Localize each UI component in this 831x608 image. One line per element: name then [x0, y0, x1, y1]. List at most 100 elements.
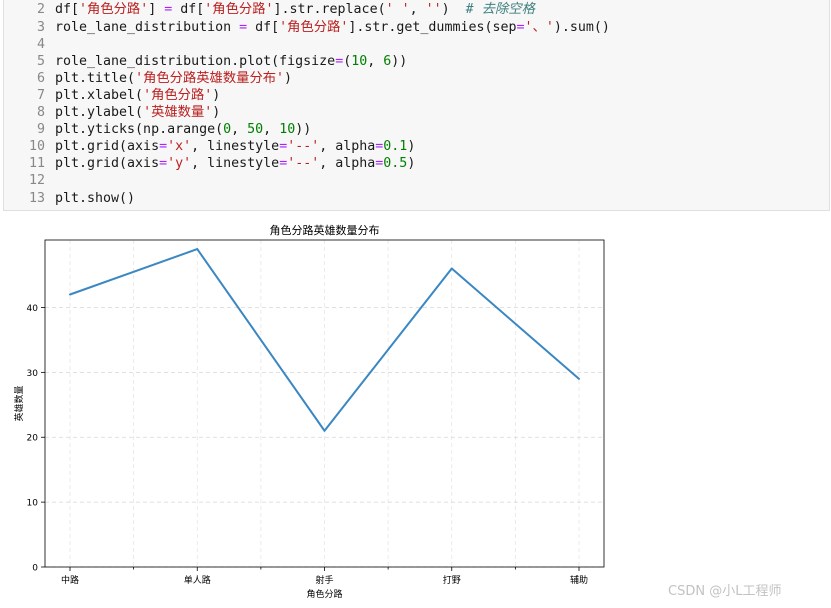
code-token: plt.show() — [55, 191, 136, 206]
line-code: plt.show() — [55, 190, 135, 207]
code-token: '--' — [287, 156, 320, 171]
line-number: 6 — [36, 71, 45, 86]
y-tick-label: 0 — [32, 564, 38, 574]
code-token: , alpha — [319, 139, 376, 154]
chart-svg: 0 10 20 30 40 中路 单人路 射手 打野 辅助 角色分路英雄数量分布角色分路 英雄数量 — [13, 223, 605, 600]
data-point — [69, 293, 71, 296]
code-token: = — [239, 20, 248, 35]
y-tick-label: 20 — [27, 434, 39, 444]
line-chart: 0 10 20 30 40 中路 单人路 射手 打野 辅助 角色分路英雄数量分布 角色分路 英雄数量 — [0, 220, 620, 608]
code-token: '角色分路' — [143, 88, 213, 103]
code-token: 0.5 — [383, 156, 408, 171]
line-code: role_lane_distribution = df['角色分路'].str.… — [55, 19, 610, 36]
code-token: '角色分路英雄数量分布' — [135, 71, 285, 86]
code-token: ' ' — [385, 2, 410, 17]
x-tick-label: 单人路 — [184, 574, 211, 586]
code-token: 10 — [279, 122, 296, 137]
code-token: , alpha — [319, 156, 376, 171]
code-token: '、' — [524, 20, 554, 35]
code-token: ) — [284, 71, 293, 86]
code-token: ) — [212, 88, 221, 103]
code-token: = — [279, 139, 288, 154]
code-token: = — [159, 156, 168, 171]
line-number: 7 — [36, 88, 45, 103]
code-token: , linestyle — [191, 139, 280, 154]
line-number: 3 — [36, 20, 45, 35]
code-token: 10 — [351, 54, 368, 69]
code-token: ) — [212, 105, 221, 120]
y-tick-label: 10 — [27, 499, 39, 509]
line-number: 13 — [28, 191, 45, 206]
x-axis-label: 角色分路 — [306, 588, 342, 600]
code-token: 'y' — [167, 156, 192, 171]
code-token: plt.yticks(np.arange( — [55, 122, 224, 137]
code-token: df[ — [172, 2, 205, 17]
line-number: 10 — [28, 139, 45, 154]
code-token: df[ — [55, 2, 80, 17]
code-token: )) — [391, 54, 408, 69]
line-code: role_lane_distribution.plot(figsize=(10,… — [55, 53, 407, 70]
line-code: plt.yticks(np.arange(0, 50, 10)) — [55, 121, 311, 138]
code-token: , — [367, 54, 384, 69]
code-token: # 去除空格 — [465, 2, 535, 17]
code-token: role_lane_distribution — [55, 20, 240, 35]
code-token: plt.grid(axis — [55, 156, 160, 171]
data-point — [578, 377, 580, 380]
code-token: plt.ylabel( — [55, 105, 144, 120]
y-axis-label: 英雄数量 — [13, 385, 25, 421]
x-tick-label: 辅助 — [570, 574, 588, 586]
code-token: = — [279, 156, 288, 171]
line-number: 12 — [28, 173, 45, 188]
x-tick-label: 打野 — [443, 574, 461, 586]
code-token: plt.grid(axis — [55, 139, 160, 154]
line-number: 9 — [36, 122, 45, 137]
code-cell[interactable]: 2 df['角色分路'] = df['角色分路'].str.replace(' '… — [3, 0, 830, 211]
line-code: plt.grid(axis='x', linestyle='--', alpha… — [55, 138, 415, 155]
code-token: '角色分路' — [279, 20, 349, 35]
code-token: plt.title( — [55, 71, 136, 86]
code-token: '英雄数量' — [143, 105, 213, 120]
code-token: , — [231, 122, 248, 137]
data-point — [323, 429, 326, 432]
code-token: ) — [441, 2, 466, 17]
code-token: '角色分路' — [79, 2, 149, 17]
line-code: plt.xlabel('角色分路') — [55, 87, 220, 104]
code-token: ] — [148, 2, 165, 17]
code-token: df[ — [247, 20, 280, 35]
line-number: 2 — [36, 2, 45, 17]
x-tick-label: 中路 — [61, 574, 79, 586]
line-number: 11 — [28, 156, 45, 171]
code-token: ) — [407, 139, 416, 154]
code-token: 50 — [247, 122, 264, 137]
y-tick-label: 30 — [27, 369, 39, 379]
code-token: )) — [295, 122, 312, 137]
code-token: ].str.replace( — [273, 2, 386, 17]
code-token: ) — [407, 156, 416, 171]
code-token: 0 — [223, 122, 232, 137]
line-code: plt.title('角色分路英雄数量分布') — [55, 70, 292, 87]
line-code: df['角色分路'] = df['角色分路'].str.replace(' ',… — [55, 1, 535, 18]
line-number: 5 — [36, 54, 45, 69]
line-code: plt.grid(axis='y', linestyle='--', alpha… — [55, 155, 415, 172]
code-token: = — [159, 139, 168, 154]
chart-title: 角色分路英雄数量分布 — [270, 223, 380, 237]
line-number: 8 — [36, 105, 45, 120]
code-token: '--' — [287, 139, 320, 154]
data-point — [196, 248, 199, 251]
watermark: CSDN @小L工程师 — [668, 584, 782, 599]
code-token: role_lane_distribution.plot(figsize — [55, 54, 336, 69]
code-token: ].str.get_dummies(sep — [348, 20, 517, 35]
code-token: , — [409, 2, 426, 17]
line-number: 4 — [36, 37, 45, 52]
x-tick-label: 射手 — [315, 574, 333, 586]
code-token: , linestyle — [191, 156, 280, 171]
code-token: 0.1 — [383, 139, 408, 154]
data-point — [450, 267, 453, 270]
code-token: = — [516, 20, 525, 35]
code-token: '角色分路' — [204, 2, 274, 17]
y-tick-label: 40 — [27, 304, 39, 314]
line-code: plt.ylabel('英雄数量') — [55, 104, 220, 121]
code-token: 'x' — [167, 139, 192, 154]
code-token: ).sum() — [553, 20, 610, 35]
code-token: , — [263, 122, 280, 137]
